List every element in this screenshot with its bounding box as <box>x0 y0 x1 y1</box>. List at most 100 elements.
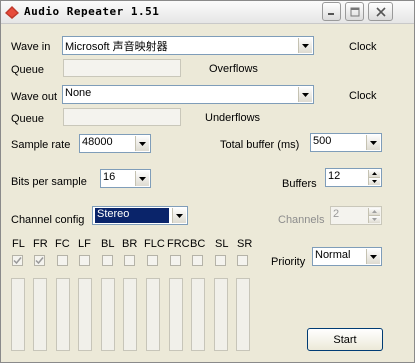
chevron-down-icon <box>372 179 377 183</box>
chevron-down-icon <box>302 92 309 97</box>
spin-up-button[interactable] <box>368 208 380 216</box>
level-meter-flc <box>146 278 160 351</box>
app-icon <box>5 6 19 19</box>
channel-config-select[interactable]: Stereo <box>92 206 188 225</box>
channel-checkbox-sl[interactable] <box>215 255 226 266</box>
channel-checkbox-lf[interactable] <box>79 255 90 266</box>
bits-per-sample-value: 16 <box>103 171 116 183</box>
level-meter-fl <box>11 278 25 351</box>
close-button[interactable] <box>368 2 393 21</box>
channel-label-flc: FLC <box>144 238 165 250</box>
priority-select[interactable]: Normal <box>312 247 382 266</box>
sample-rate-value: 48000 <box>82 136 113 148</box>
spin-down-button[interactable] <box>368 215 380 223</box>
maximize-icon <box>350 7 359 16</box>
level-meter-br <box>123 278 137 351</box>
checkmark-icon <box>35 257 44 265</box>
chevron-up-icon <box>372 171 377 175</box>
close-icon <box>375 6 386 17</box>
level-meter-sr <box>236 278 250 351</box>
chevron-down-icon <box>372 217 377 221</box>
wave-in-select[interactable]: Microsoft 声音映射器 <box>62 36 314 55</box>
channel-config-dropdown-button[interactable] <box>172 208 186 223</box>
underflows-label: Underflows <box>205 112 261 124</box>
channel-config-label: Channel config <box>11 214 85 226</box>
wave-out-label: Wave out <box>11 91 58 103</box>
priority-value: Normal <box>315 249 351 261</box>
total-buffer-label: Total buffer (ms) <box>220 139 300 151</box>
minimize-button[interactable] <box>322 2 341 21</box>
level-meter-sl <box>214 278 228 351</box>
spin-up-button[interactable] <box>368 170 380 178</box>
overflows-label: Overflows <box>209 63 258 75</box>
channel-checkbox-flc[interactable] <box>147 255 158 266</box>
wave-in-clock-label: Clock <box>349 41 377 53</box>
channel-checkbox-br[interactable] <box>124 255 135 266</box>
chevron-down-icon <box>370 140 377 145</box>
channels-spinner[interactable]: 2 <box>330 206 382 225</box>
channels-spin-buttons[interactable] <box>368 208 380 223</box>
channels-label: Channels <box>278 214 325 226</box>
chevron-down-icon <box>139 176 146 181</box>
level-meter-fc <box>56 278 70 351</box>
channel-label-fr: FR <box>33 238 48 250</box>
level-meter-bl <box>101 278 115 351</box>
priority-dropdown-button[interactable] <box>366 249 380 264</box>
bits-per-sample-select[interactable]: 16 <box>100 169 151 188</box>
channel-checkbox-fl[interactable] <box>12 255 23 266</box>
wave-in-value: Microsoft 声音映射器 <box>65 41 168 53</box>
level-meter-lf <box>78 278 92 351</box>
channel-checkbox-fr[interactable] <box>34 255 45 266</box>
wave-out-value: None <box>65 87 92 99</box>
channel-config-value: Stereo <box>95 208 169 223</box>
level-meter-bc <box>191 278 205 351</box>
channel-checkbox-bc[interactable] <box>192 255 203 266</box>
chevron-down-icon <box>139 141 146 146</box>
minimize-icon <box>328 13 334 15</box>
wave-in-label: Wave in <box>11 41 51 53</box>
spin-down-button[interactable] <box>368 177 380 185</box>
wave-out-clock-label: Clock <box>349 90 377 102</box>
buffers-spin-buttons[interactable] <box>368 170 380 185</box>
priority-label: Priority <box>271 256 306 268</box>
level-meter-fr <box>33 278 47 351</box>
channel-label-bl: BL <box>101 238 115 250</box>
wave-in-dropdown-button[interactable] <box>298 38 312 53</box>
channels-value: 2 <box>333 208 340 220</box>
buffers-label: Buffers <box>282 178 317 190</box>
maximize-button[interactable] <box>345 2 364 21</box>
channel-label-br: BR <box>122 238 138 250</box>
wave-out-dropdown-button[interactable] <box>298 87 312 102</box>
chevron-down-icon <box>176 213 183 218</box>
channel-label-lf: LF <box>78 238 91 250</box>
sample-rate-label: Sample rate <box>11 139 71 151</box>
buffers-spinner[interactable]: 12 <box>325 168 382 187</box>
channel-label-sl: SL <box>215 238 229 250</box>
sample-rate-dropdown-button[interactable] <box>135 136 149 151</box>
chevron-up-icon <box>372 209 377 213</box>
total-buffer-value: 500 <box>313 135 332 147</box>
channel-checkbox-frc[interactable] <box>170 255 181 266</box>
window-title: Audio Repeater 1.51 <box>24 5 160 18</box>
wave-out-select[interactable]: None <box>62 85 314 104</box>
start-button[interactable]: Start <box>307 328 383 351</box>
buffers-value: 12 <box>328 170 341 182</box>
level-meter-frc <box>169 278 183 351</box>
checkmark-icon <box>13 257 22 265</box>
wave-out-queue-bar <box>63 108 181 126</box>
total-buffer-dropdown-button[interactable] <box>366 135 380 150</box>
title-bar[interactable]: Audio Repeater 1.51 <box>1 1 414 24</box>
channel-label-bc: BC <box>190 238 206 250</box>
channel-checkbox-bl[interactable] <box>102 255 113 266</box>
sample-rate-select[interactable]: 48000 <box>79 134 151 153</box>
channel-label-fc: FC <box>55 238 70 250</box>
chevron-down-icon <box>370 254 377 259</box>
channel-label-fl: FL <box>12 238 25 250</box>
wave-in-queue-bar <box>63 59 181 77</box>
wave-in-queue-label: Queue <box>11 64 45 76</box>
bits-per-sample-dropdown-button[interactable] <box>135 171 149 186</box>
channel-checkbox-sr[interactable] <box>237 255 248 266</box>
total-buffer-select[interactable]: 500 <box>310 133 382 152</box>
channel-checkbox-fc[interactable] <box>57 255 68 266</box>
channel-label-sr: SR <box>237 238 253 250</box>
